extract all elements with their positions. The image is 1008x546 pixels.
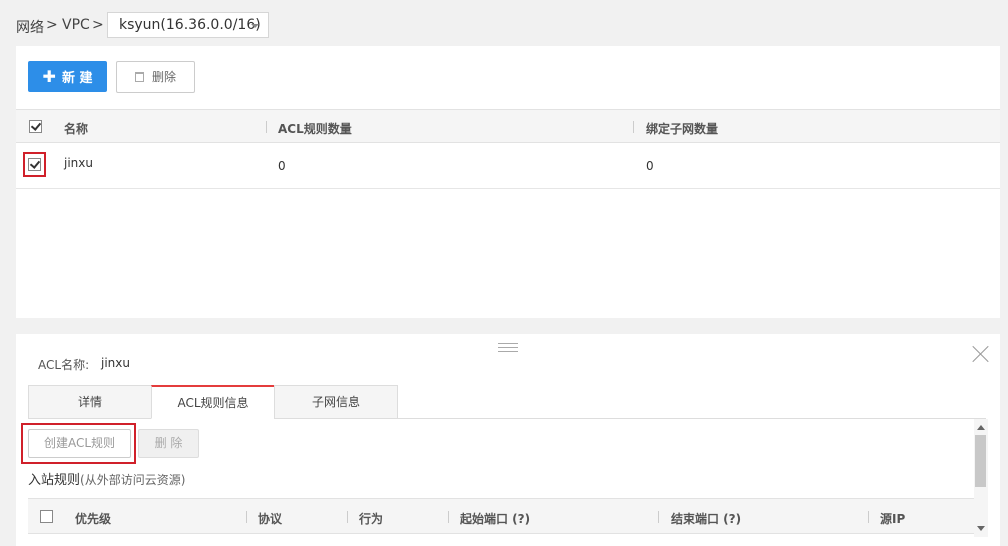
column-end-port[interactable]: 结束端口 (?) [671,510,741,527]
highlight-box [21,423,136,464]
tab-acl-rules[interactable]: ACL规则信息 [151,385,275,419]
column-subnet-count[interactable]: 绑定子网数量 [646,120,718,137]
delete-rule-button[interactable]: 删 除 [138,429,199,458]
resize-handle-icon[interactable] [498,343,518,353]
table-row[interactable]: jinxu 0 0 [16,143,1000,189]
column-protocol[interactable]: 协议 [258,510,282,527]
column-divider [246,511,247,523]
acl-table-header: 名称 ACL规则数量 绑定子网数量 [16,109,1000,143]
tab-details[interactable]: 详情 [28,385,152,419]
column-name[interactable]: 名称 [64,120,88,137]
rules-select-all-checkbox[interactable] [40,510,53,523]
scrollbar-thumb[interactable] [975,435,986,487]
column-divider [347,511,348,523]
close-icon[interactable] [972,345,990,363]
inbound-rules-title: 入站规则(从外部访问云资源) [28,469,185,488]
vpc-select[interactable]: ksyun(16.36.0.0/16) [107,12,269,38]
rules-table-header: 优先级 协议 行为 起始端口 (?) 结束端口 (?) 源IP [28,498,974,534]
column-source-ip[interactable]: 源IP [880,510,905,527]
scroll-down-icon[interactable] [977,526,985,531]
new-button-label: 新 建 [61,71,93,86]
column-divider [868,511,869,523]
column-divider [448,511,449,523]
column-action[interactable]: 行为 [359,510,383,527]
acl-name-value: jinxu [101,356,130,370]
trash-icon [134,72,144,82]
breadcrumb-separator: > [46,17,58,33]
acl-name-label: ACL名称: [38,358,90,372]
column-priority[interactable]: 优先级 [75,510,111,527]
breadcrumb-network[interactable]: 网络 [16,17,44,37]
column-divider [633,121,634,133]
vpc-select-value: ksyun(16.36.0.0/16) [119,17,261,33]
column-divider [658,511,659,523]
subnet-count-cell: 0 [646,159,654,173]
tab-subnets[interactable]: 子网信息 [274,385,398,419]
inbound-rules-subtitle: (从外部访问云资源) [80,473,186,487]
chevron-down-icon [251,24,259,28]
rule-count-cell: 0 [278,159,286,173]
breadcrumb-vpc[interactable]: VPC [62,17,90,33]
select-all-checkbox[interactable] [29,120,42,133]
acl-name-cell[interactable]: jinxu [64,156,93,170]
new-button[interactable]: ✚ 新 建 [28,61,107,92]
plus-icon: ✚ [42,67,56,86]
column-start-port[interactable]: 起始端口 (?) [460,510,530,527]
column-divider [266,121,267,133]
delete-button-label: 删除 [151,70,176,84]
scrollbar[interactable] [974,419,988,537]
highlight-box [23,152,46,177]
inbound-rules-label: 入站规则 [28,473,81,488]
scroll-up-icon[interactable] [977,425,985,430]
delete-button[interactable]: 删除 [116,61,195,93]
column-rule-count[interactable]: ACL规则数量 [278,120,352,137]
breadcrumb-separator: > [92,17,104,33]
